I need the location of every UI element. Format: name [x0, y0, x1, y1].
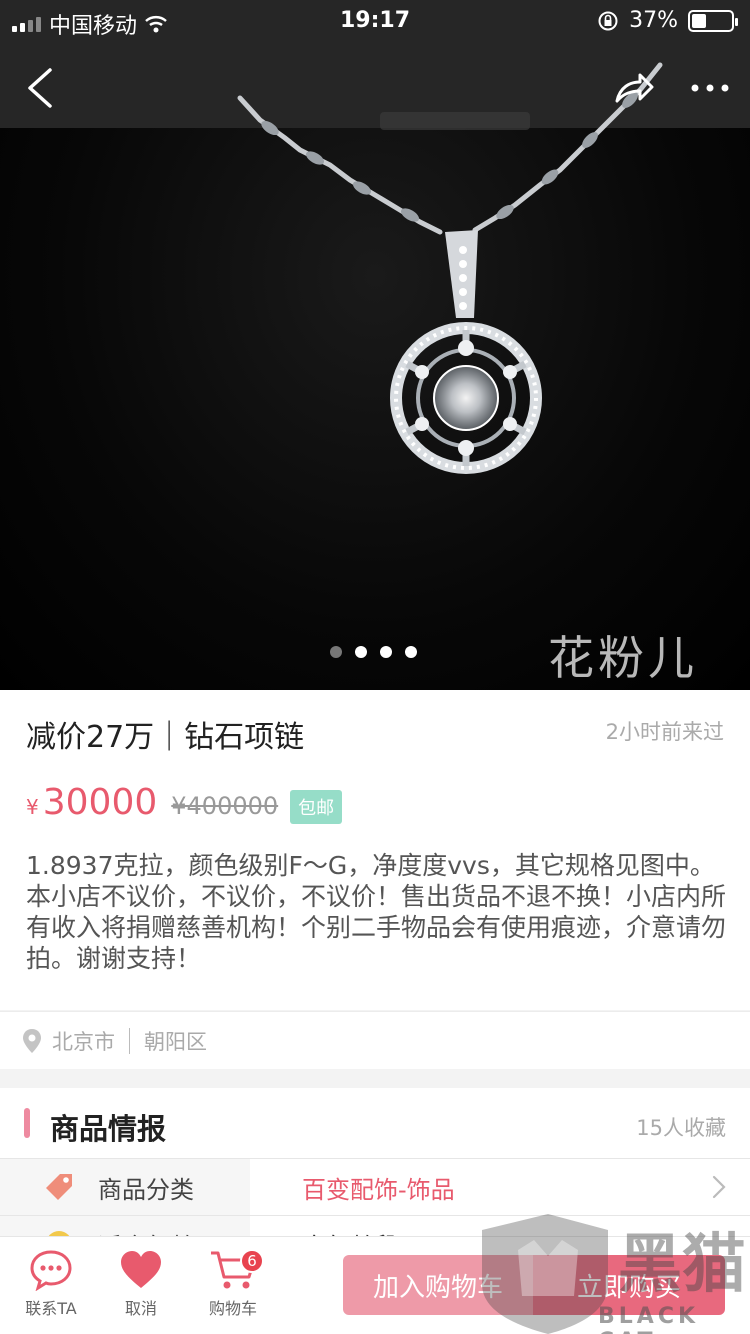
spec-label: 商品分类: [98, 1175, 194, 1204]
favorites-count: 15人收藏: [636, 1116, 726, 1140]
chevron-right-icon: [712, 1175, 726, 1199]
contact-label: 联系TA: [25, 1299, 77, 1318]
cancel-label: 取消: [124, 1299, 157, 1318]
location-row: 北京市 朝阳区: [0, 1011, 750, 1069]
status-right: 37%: [597, 8, 738, 33]
product-image-carousel[interactable]: 花粉儿: [0, 0, 750, 690]
share-icon: [615, 73, 654, 103]
product-description: 1.8937克拉，颜色级别F～G，净度度vvs，其它规格见图中。本小店不议价，不…: [26, 851, 727, 973]
cart-button[interactable]: 6 购物车: [188, 1237, 278, 1334]
image-watermark: 花粉儿: [548, 631, 698, 685]
free-shipping-badge: 包邮: [290, 790, 343, 824]
carousel-dot[interactable]: [355, 646, 367, 658]
cart-label: 购物车: [208, 1299, 257, 1318]
chat-bubble-icon: [30, 1250, 72, 1291]
spec-row-category[interactable]: 商品分类 百变配饰-饰品: [0, 1158, 750, 1215]
product-title: 减价27万｜钻石项链: [26, 720, 305, 755]
contact-seller-button[interactable]: 联系TA: [6, 1237, 96, 1334]
more-dots-icon: [691, 84, 729, 92]
add-to-cart-button[interactable]: 加入购物车: [343, 1255, 533, 1315]
battery-level: [692, 13, 707, 28]
original-price: ¥400000: [171, 792, 279, 820]
current-price: 30000: [42, 782, 158, 823]
product-info-card: 减价27万｜钻石项链 2小时前来过 ¥ 30000 ¥400000 包邮 1.8…: [0, 690, 750, 1010]
section-title: 商品情报: [50, 1112, 167, 1146]
unfavorite-button[interactable]: 取消: [96, 1237, 186, 1334]
price-row: ¥ 30000 ¥400000 包邮: [26, 782, 343, 824]
spec-label-cell: 商品分类: [0, 1159, 250, 1215]
carousel-dot[interactable]: [330, 646, 342, 658]
back-arrow-icon: [28, 68, 52, 108]
product-detail-page: 花粉儿 中国移动 19:17 37% 减价27万｜钻石项链 2小时前来过 ¥ 3…: [0, 0, 750, 1334]
currency-symbol: ¥: [26, 795, 39, 819]
location-pin-icon: [23, 1028, 41, 1053]
carousel-indicator: [330, 646, 417, 658]
heart-icon: [121, 1251, 161, 1288]
carousel-dot[interactable]: [405, 646, 417, 658]
section-accent-bar: [24, 1108, 30, 1138]
more-button[interactable]: [680, 58, 740, 118]
cart-count-badge: 6: [240, 1249, 264, 1273]
tag-icon: [46, 1174, 72, 1200]
location-district: 朝阳区: [144, 1029, 207, 1054]
black-cat-text: BLACK CAT: [598, 1304, 700, 1334]
rotation-lock-icon: [598, 11, 618, 30]
share-button[interactable]: [604, 58, 664, 118]
location-divider: [129, 1027, 130, 1054]
spec-value-cell: 百变配饰-饰品: [250, 1159, 750, 1215]
battery-icon: [688, 9, 738, 32]
battery-percent: 37%: [629, 8, 678, 33]
last-visit-text: 2小时前来过: [605, 720, 724, 744]
spec-value: 百变配饰-饰品: [302, 1175, 455, 1204]
location-city: 北京市: [52, 1029, 115, 1054]
status-bar: 中国移动 19:17 37%: [0, 0, 750, 40]
carousel-dot[interactable]: [380, 646, 392, 658]
back-button[interactable]: [10, 58, 70, 118]
